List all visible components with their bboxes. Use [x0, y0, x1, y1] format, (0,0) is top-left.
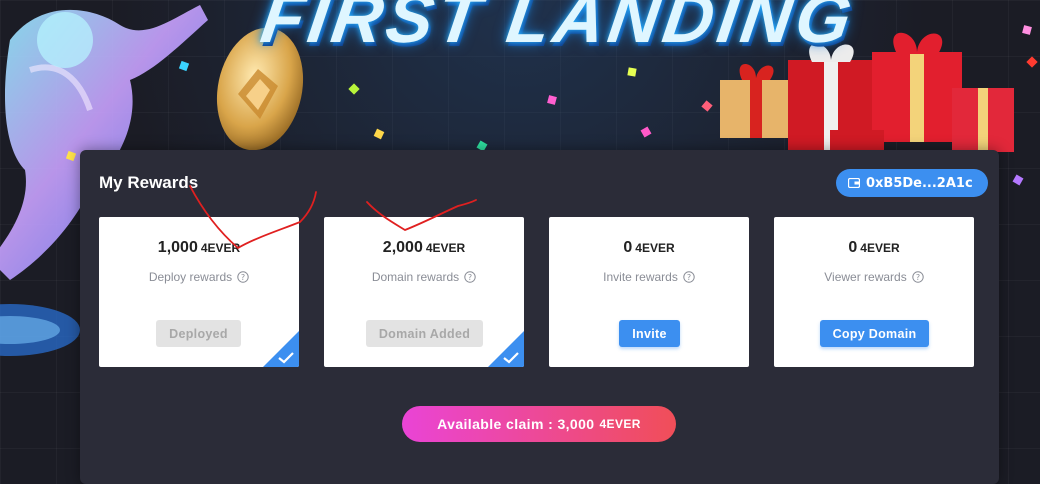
- help-icon[interactable]: ?: [237, 271, 249, 283]
- checkmark-badge-icon: [488, 331, 524, 367]
- label-text: Domain rewards: [371, 270, 460, 284]
- amount-value: 0: [848, 239, 858, 256]
- svg-text:?: ?: [916, 273, 920, 282]
- deployed-button[interactable]: Deployed: [156, 320, 241, 347]
- help-icon[interactable]: ?: [912, 271, 924, 283]
- svg-text:?: ?: [241, 273, 245, 282]
- reward-amount: 2,000 4EVER: [324, 239, 524, 257]
- planet-illustration: [0, 304, 80, 356]
- help-icon[interactable]: ?: [683, 271, 695, 283]
- wallet-address: 0xB5De...2A1c: [866, 175, 973, 191]
- confetti: [627, 67, 637, 77]
- amount-unit: 4EVER: [860, 241, 900, 255]
- my-rewards-panel: My Rewards 0xB5De...2A1c 1,000 4EVER Depl…: [80, 150, 999, 484]
- amount-value: 2,000: [382, 239, 423, 256]
- amount-unit: 4EVER: [425, 241, 466, 255]
- claim-unit: 4EVER: [599, 417, 641, 431]
- reward-amount: 0 4EVER: [549, 239, 749, 257]
- amount-value: 0: [623, 239, 633, 256]
- domain-added-button[interactable]: Domain Added: [366, 320, 483, 347]
- copy-domain-button[interactable]: Copy Domain: [820, 320, 929, 347]
- reward-label: Invite rewards ?: [549, 270, 749, 284]
- claim-text: Available claim : 3,000: [437, 416, 595, 432]
- banner-title: FIRST LANDING: [256, 0, 861, 57]
- svg-text:?: ?: [687, 273, 691, 282]
- reward-amount: 0 4EVER: [774, 239, 974, 257]
- available-claim-button[interactable]: Available claim : 3,000 4EVER: [402, 406, 676, 442]
- reward-label: Deploy rewards ?: [99, 270, 299, 284]
- svg-text:?: ?: [468, 273, 472, 282]
- label-text: Invite rewards: [603, 270, 678, 284]
- reward-amount: 1,000 4EVER: [99, 239, 299, 257]
- amount-unit: 4EVER: [200, 241, 241, 255]
- amount-value: 1,000: [157, 239, 198, 256]
- deploy-rewards-card: 1,000 4EVER Deploy rewards ? Deployed: [99, 217, 299, 367]
- reward-label: Domain rewards ?: [324, 270, 524, 284]
- domain-rewards-card: 2,000 4EVER Domain rewards ? Domain Added: [324, 217, 524, 367]
- wallet-icon: [848, 178, 860, 188]
- invite-rewards-card: 0 4EVER Invite rewards ? Invite: [549, 217, 749, 367]
- label-text: Deploy rewards: [148, 270, 233, 284]
- wallet-address-button[interactable]: 0xB5De...2A1c: [836, 169, 988, 197]
- invite-button[interactable]: Invite: [619, 320, 680, 347]
- panel-title: My Rewards: [99, 173, 199, 192]
- label-text: Viewer rewards: [824, 270, 907, 284]
- reward-label: Viewer rewards ?: [774, 270, 974, 284]
- help-icon[interactable]: ?: [464, 271, 476, 283]
- checkmark-badge-icon: [263, 331, 299, 367]
- amount-unit: 4EVER: [635, 241, 675, 255]
- viewer-rewards-card: 0 4EVER Viewer rewards ? Copy Domain: [774, 217, 974, 367]
